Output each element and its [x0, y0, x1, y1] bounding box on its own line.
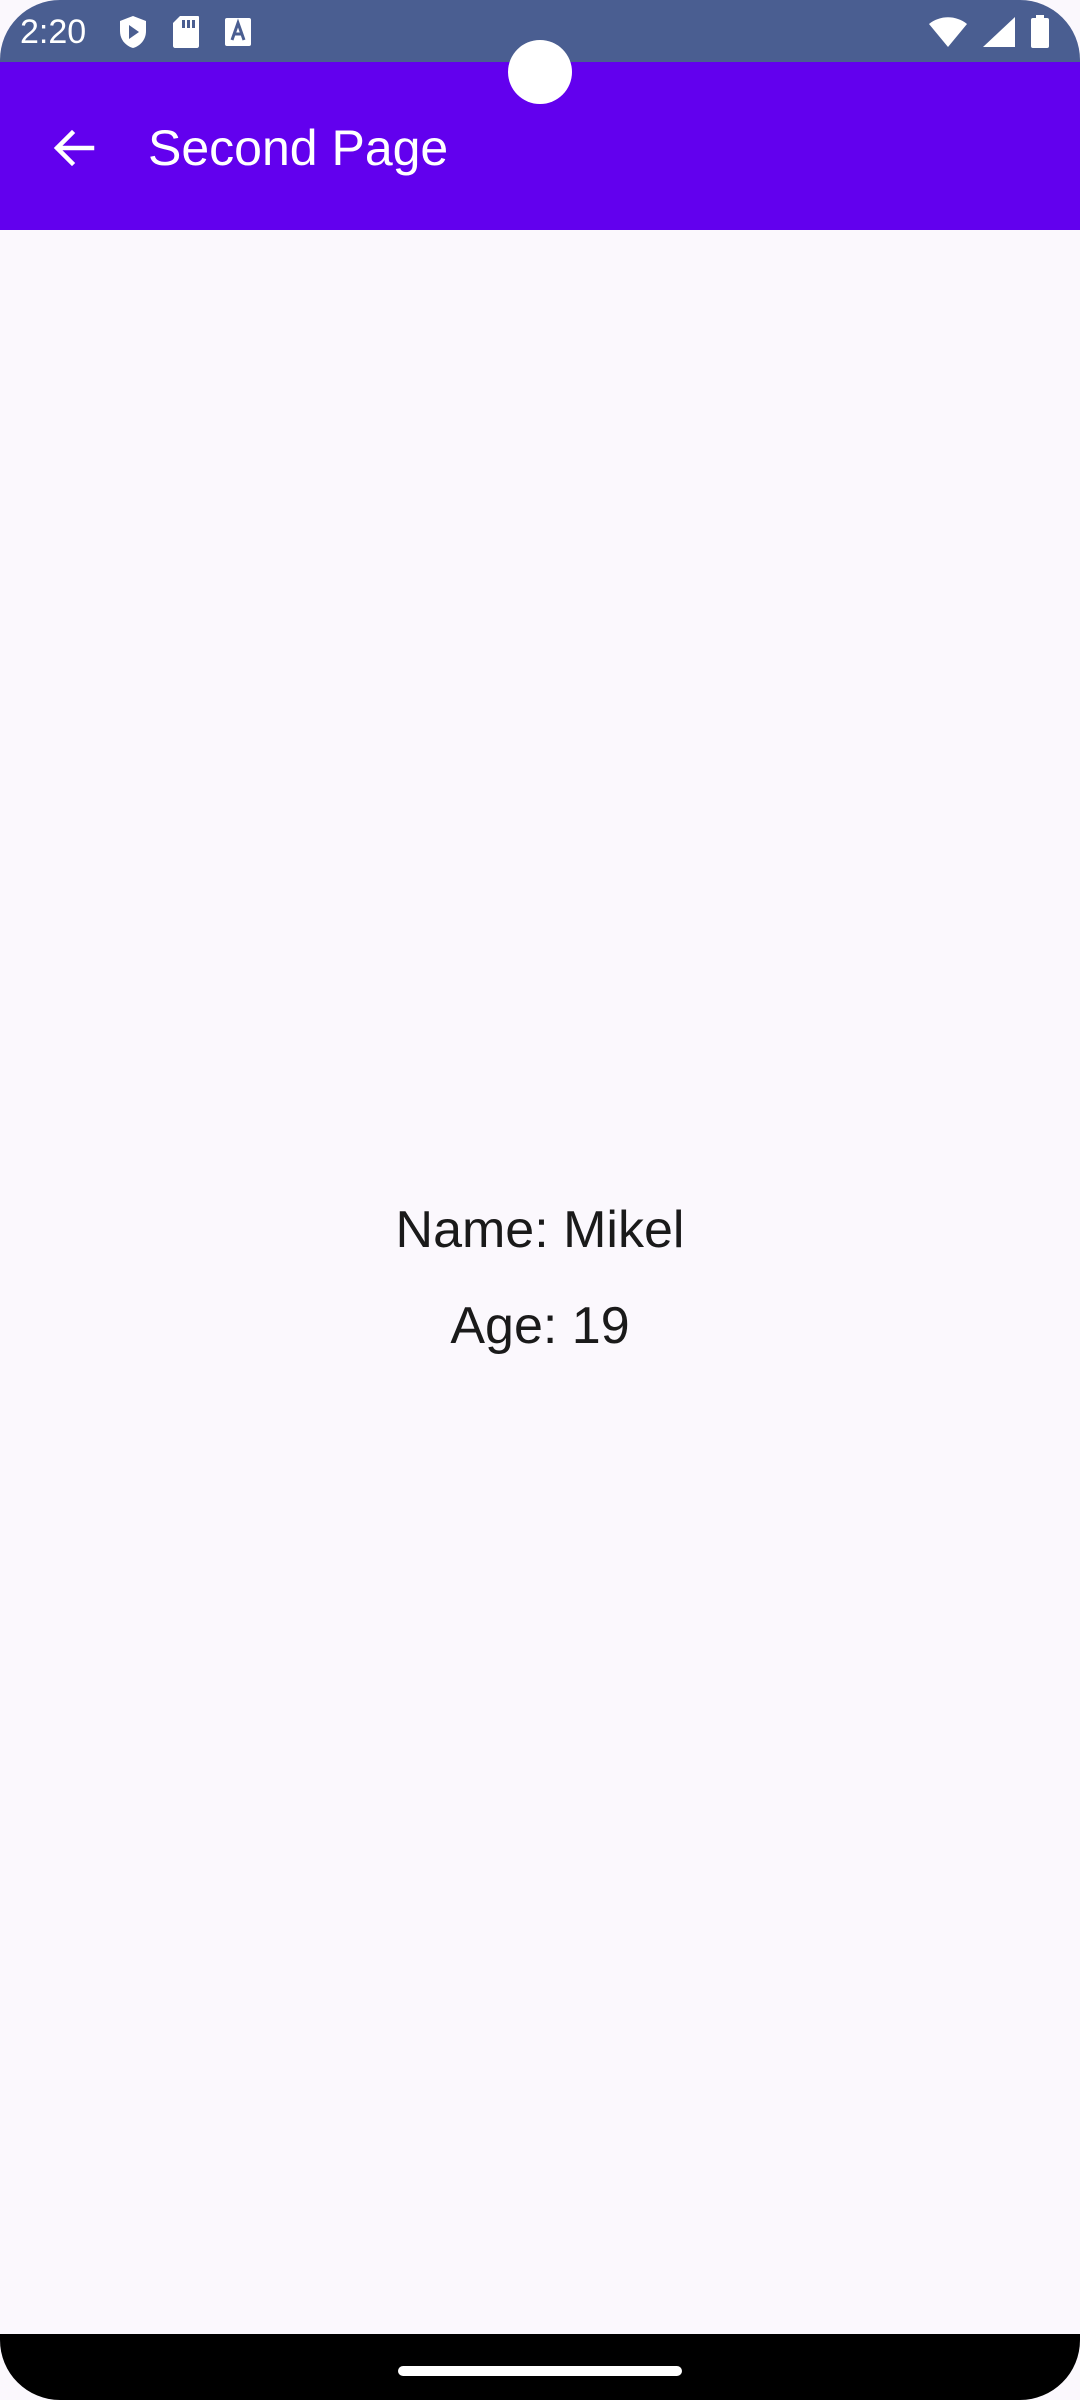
page-title: Second Page	[148, 120, 449, 176]
back-button[interactable]	[36, 110, 112, 186]
wifi-icon	[928, 16, 968, 48]
phone-screen: 2:20 Second Page Name: Mikel Age: 19	[0, 0, 1080, 2400]
system-status-icons	[928, 14, 1050, 50]
cellular-signal-icon	[982, 16, 1016, 48]
sd-card-icon	[172, 15, 200, 49]
status-time: 2:20	[20, 13, 87, 51]
age-text: Age: 19	[450, 1297, 630, 1355]
font-a-icon	[224, 17, 252, 47]
navigation-bar	[0, 2334, 1080, 2400]
home-gesture-handle[interactable]	[398, 2366, 682, 2376]
main-content: Name: Mikel Age: 19	[0, 230, 1080, 2334]
play-protect-icon	[118, 15, 148, 49]
camera-cutout	[508, 40, 572, 104]
person-info: Name: Mikel Age: 19	[0, 1200, 1080, 1356]
arrow-back-icon	[52, 126, 96, 170]
notification-icons	[118, 14, 252, 50]
battery-icon	[1030, 15, 1050, 49]
name-text: Name: Mikel	[395, 1201, 685, 1259]
